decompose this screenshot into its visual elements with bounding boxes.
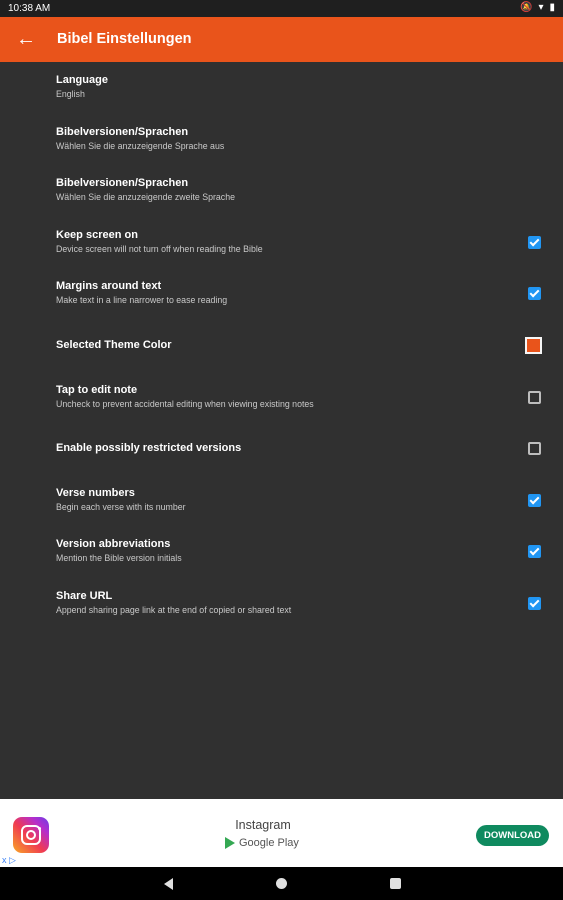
setting-title: Enable possibly restricted versions: [56, 442, 242, 455]
setting-row[interactable]: Enable possibly restricted versions: [0, 423, 563, 475]
setting-text: Bibelversionen/Sprachen Wählen Sie die an…: [56, 177, 503, 202]
setting-subtitle: Mention the Bible version initials: [56, 553, 182, 564]
ad-app-name: Instagram: [235, 818, 291, 832]
setting-row[interactable]: Keep screen on Device screen will not tur…: [0, 217, 563, 269]
setting-subtitle: Wählen Sie die anzuzeigende Sprache aus: [56, 140, 225, 151]
setting-row[interactable]: Tap to edit note Uncheck to prevent accid…: [0, 372, 563, 424]
setting-row[interactable]: Language English: [0, 62, 563, 114]
setting-title: Bibelversionen/Sprachen: [56, 125, 189, 138]
home-nav-icon[interactable]: [266, 867, 296, 900]
back-nav-icon[interactable]: [156, 867, 186, 900]
ad-banner[interactable]: Instagram Google Play DOWNLOAD x ▷: [0, 799, 563, 867]
setting-subtitle: Begin each verse with its number: [56, 501, 186, 512]
setting-checkbox[interactable]: [528, 493, 541, 507]
download-button[interactable]: DOWNLOAD: [476, 825, 549, 846]
setting-title: Language: [56, 74, 108, 86]
setting-subtitle: Make text in a line narrower to ease rea…: [56, 295, 228, 306]
setting-text: Margins around text Make text in a line n…: [56, 280, 503, 305]
status-icons: 🔕 ▾ ▮: [520, 1, 555, 15]
recents-nav-icon[interactable]: [381, 867, 411, 900]
setting-text: Share URL Append sharing page link at the…: [56, 590, 503, 615]
setting-text: Tap to edit note Uncheck to prevent accid…: [56, 384, 503, 409]
setting-subtitle: English: [56, 89, 85, 99]
setting-title: Verse numbers: [56, 486, 135, 499]
setting-row[interactable]: Share URL Append sharing page link at the…: [0, 578, 563, 630]
status-bar: 10:38 AM 🔕 ▾ ▮: [0, 0, 563, 17]
setting-checkbox[interactable]: [528, 442, 541, 456]
setting-title: Share URL: [56, 589, 113, 602]
setting-checkbox[interactable]: [528, 390, 541, 404]
google-play-icon: [225, 837, 235, 849]
setting-text: Verse numbers Begin each verse with its n…: [56, 487, 503, 512]
setting-subtitle: Device screen will not turn off when rea…: [56, 243, 263, 254]
setting-title: Tap to edit note: [56, 383, 138, 396]
setting-row[interactable]: Version abbreviations Mention the Bible v…: [0, 526, 563, 578]
setting-row[interactable]: Bibelversionen/Sprachen Wählen Sie die an…: [0, 114, 563, 166]
status-time: 10:38 AM: [8, 3, 51, 14]
setting-row[interactable]: Selected Theme Color: [0, 320, 563, 372]
setting-title: Margins around text: [56, 280, 162, 293]
setting-title: Keep screen on: [56, 228, 138, 241]
setting-row[interactable]: Verse numbers Begin each verse with its n…: [0, 475, 563, 527]
setting-checkbox[interactable]: [528, 596, 541, 610]
app-bar: ← Bibel Einstellungen: [0, 17, 563, 62]
setting-title: Version abbreviations: [56, 538, 171, 551]
wifi-icon: ▾: [538, 2, 544, 13]
setting-text: Bibelversionen/Sprachen Wählen Sie die an…: [56, 126, 503, 151]
arrow-back-icon[interactable]: ←: [14, 27, 38, 51]
navigation-bar: [0, 867, 563, 900]
setting-subtitle: Append sharing page link at the end of c…: [56, 604, 292, 615]
setting-subtitle: Uncheck to prevent accidental editing wh…: [56, 398, 314, 409]
setting-title: Bibelversionen/Sprachen: [56, 177, 189, 190]
setting-row[interactable]: Margins around text Make text in a line n…: [0, 268, 563, 320]
setting-checkbox[interactable]: [528, 545, 541, 559]
mute-icon: 🔕: [520, 2, 533, 13]
setting-text: Version abbreviations Mention the Bible v…: [56, 538, 503, 563]
theme-color-swatch[interactable]: [525, 336, 542, 354]
settings-list: Language English Bibelversionen/Sprachen Wä…: [0, 62, 563, 630]
setting-text: Keep screen on Device screen will not tur…: [56, 229, 503, 254]
adchoices-icon[interactable]: x ▷: [2, 855, 16, 866]
setting-subtitle: Wählen Sie die anzuzeigende zweite Sprac…: [56, 192, 235, 203]
setting-checkbox[interactable]: [528, 235, 541, 249]
setting-row[interactable]: Bibelversionen/Sprachen Wählen Sie die an…: [0, 165, 563, 217]
setting-text: Language English: [56, 74, 503, 99]
setting-text: Enable possibly restricted versions: [56, 442, 503, 454]
ad-store: Google Play: [225, 837, 299, 849]
ad-store-label: Google Play: [239, 837, 299, 849]
battery-icon: ▮: [549, 2, 555, 13]
setting-checkbox[interactable]: [528, 287, 541, 301]
page-title: Bibel Einstellungen: [57, 31, 192, 47]
setting-title: Selected Theme Color: [56, 338, 172, 351]
setting-text: Selected Theme Color: [56, 339, 503, 351]
